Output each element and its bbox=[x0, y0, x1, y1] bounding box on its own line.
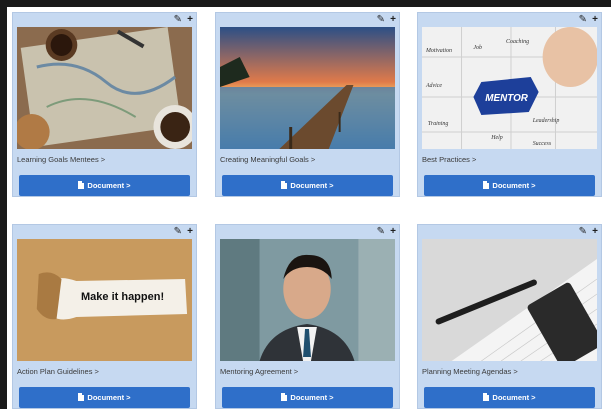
mentor-puzzle-photo: MENTOR Motivation Job Coaching Advice Le… bbox=[422, 27, 597, 149]
mentor-text: MENTOR bbox=[485, 93, 528, 104]
svg-text:Help: Help bbox=[490, 135, 503, 141]
card-toolbar: ✎ + bbox=[418, 225, 601, 239]
plus-icon[interactable]: + bbox=[187, 13, 193, 27]
pencil-icon[interactable]: ✎ bbox=[174, 225, 182, 239]
make-it-happen-text: Make it happen! bbox=[81, 291, 165, 303]
card-caption[interactable]: Creating Meaningful Goals > bbox=[220, 149, 395, 171]
document-button[interactable]: Document > bbox=[222, 387, 393, 408]
document-button-label: Document > bbox=[290, 393, 334, 402]
document-icon bbox=[78, 181, 85, 189]
card-toolbar: ✎ + bbox=[216, 13, 399, 27]
document-icon bbox=[483, 393, 490, 401]
document-button-label: Document > bbox=[492, 181, 536, 190]
card-caption[interactable]: Best Practices > bbox=[422, 149, 597, 171]
plus-icon[interactable]: + bbox=[390, 225, 396, 239]
document-button-label: Document > bbox=[87, 181, 131, 190]
pencil-icon[interactable]: ✎ bbox=[579, 225, 587, 239]
document-button-label: Document > bbox=[290, 181, 334, 190]
notebook-pen-photo bbox=[422, 239, 597, 361]
document-grid: ✎ + Learning Goals Mentees > Document > … bbox=[7, 7, 611, 409]
pencil-icon[interactable]: ✎ bbox=[377, 13, 385, 27]
card-caption[interactable]: Learning Goals Mentees > bbox=[17, 149, 192, 171]
document-button[interactable]: Document > bbox=[222, 175, 393, 196]
card-caption[interactable]: Action Plan Guidelines > bbox=[17, 361, 192, 383]
plus-icon[interactable]: + bbox=[592, 225, 598, 239]
card-mentoring-agreement: ✎ + Mentoring Agreement > Document > bbox=[215, 224, 400, 409]
businessman-photo bbox=[220, 239, 395, 361]
document-button[interactable]: Document > bbox=[19, 175, 190, 196]
card-learning-goals-mentees: ✎ + Learning Goals Mentees > Document > bbox=[12, 12, 197, 197]
plus-icon[interactable]: + bbox=[187, 225, 193, 239]
document-icon bbox=[281, 181, 288, 189]
svg-text:Success: Success bbox=[533, 141, 552, 147]
card-caption[interactable]: Mentoring Agreement > bbox=[220, 361, 395, 383]
card-planning-meeting-agendas: ✎ + Planning Meeting Agendas > Document … bbox=[417, 224, 602, 409]
document-button[interactable]: Document > bbox=[424, 175, 595, 196]
pencil-icon[interactable]: ✎ bbox=[174, 13, 182, 27]
document-button-label: Document > bbox=[492, 393, 536, 402]
pencil-icon[interactable]: ✎ bbox=[377, 225, 385, 239]
document-icon bbox=[78, 393, 85, 401]
card-action-plan-guidelines: ✎ + Make it happen! Action Plan Guidelin… bbox=[12, 224, 197, 409]
card-creating-meaningful-goals: ✎ + Creating Meaningful Goals > Document… bbox=[215, 12, 400, 197]
card-best-practices: ✎ + MENTOR Motivation Job Coaching Advic… bbox=[417, 12, 602, 197]
document-icon bbox=[281, 393, 288, 401]
plus-icon[interactable]: + bbox=[592, 13, 598, 27]
map-coffee-photo bbox=[17, 27, 192, 149]
svg-text:Motivation: Motivation bbox=[425, 48, 452, 54]
card-toolbar: ✎ + bbox=[13, 13, 196, 27]
document-button[interactable]: Document > bbox=[424, 387, 595, 408]
svg-text:Advice: Advice bbox=[425, 83, 442, 89]
card-toolbar: ✎ + bbox=[418, 13, 601, 27]
svg-text:Coaching: Coaching bbox=[506, 39, 529, 45]
document-icon bbox=[483, 181, 490, 189]
card-caption[interactable]: Planning Meeting Agendas > bbox=[422, 361, 597, 383]
document-button[interactable]: Document > bbox=[19, 387, 190, 408]
make-it-happen-photo: Make it happen! bbox=[17, 239, 192, 361]
document-button-label: Document > bbox=[87, 393, 131, 402]
svg-text:Training: Training bbox=[428, 121, 448, 127]
pencil-icon[interactable]: ✎ bbox=[579, 13, 587, 27]
plus-icon[interactable]: + bbox=[390, 13, 396, 27]
svg-text:Leadership: Leadership bbox=[532, 118, 560, 124]
card-toolbar: ✎ + bbox=[13, 225, 196, 239]
card-toolbar: ✎ + bbox=[216, 225, 399, 239]
pier-sunset-photo bbox=[220, 27, 395, 149]
svg-text:Job: Job bbox=[473, 45, 482, 51]
